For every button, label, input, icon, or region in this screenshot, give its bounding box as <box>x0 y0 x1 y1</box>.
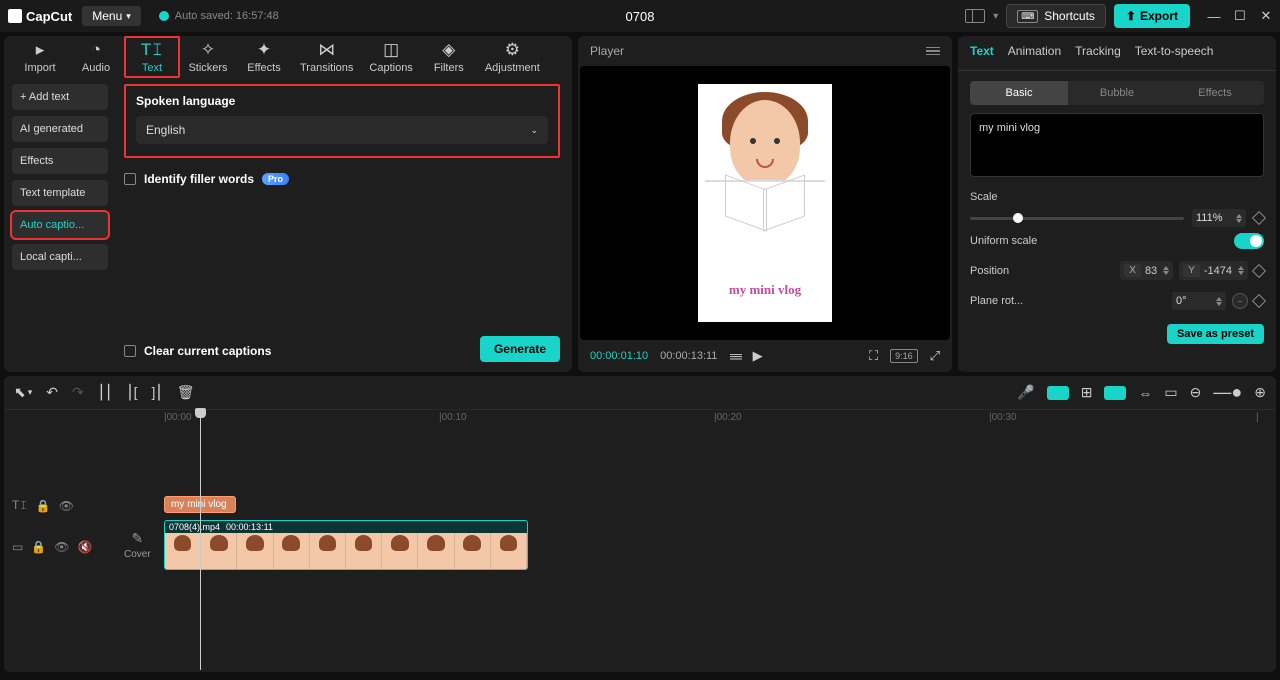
player-menu-icon[interactable] <box>926 47 940 56</box>
time-current: 00:00:01:10 <box>590 350 648 362</box>
identify-filler-checkbox[interactable] <box>124 173 136 185</box>
tab-stickers[interactable]: ✧Stickers <box>180 36 236 78</box>
split-right-tool[interactable]: ]⎮ <box>152 384 163 401</box>
sidebar-item-ai-generated[interactable]: AI generated <box>12 116 108 142</box>
sidebar-item-local-captions[interactable]: Local capti... <box>12 244 108 270</box>
tab-captions[interactable]: ◫Captions <box>361 36 420 78</box>
bars-icon[interactable]: ≡≡ <box>729 349 740 364</box>
pointer-tool[interactable]: ⬉ ▾ <box>14 384 32 401</box>
tab-import[interactable]: ▸Import <box>12 36 68 78</box>
chevron-down-icon: ⌄ <box>530 125 538 136</box>
clear-captions-checkbox[interactable] <box>124 345 136 357</box>
fullscreen-icon[interactable]: ⤢ <box>930 348 940 364</box>
sub-tab-effects[interactable]: Effects <box>1166 81 1264 105</box>
layout-dropdown[interactable]: ▾ <box>993 11 998 22</box>
close-button[interactable]: ✕ <box>1260 10 1272 22</box>
app-name: CapCut <box>26 9 72 24</box>
player-viewport[interactable]: my mini vlog <box>580 66 950 340</box>
zoom-slider-icon[interactable]: —● <box>1213 382 1242 403</box>
tab-audio[interactable]: ◔Audio <box>68 36 124 78</box>
save-preset-button[interactable]: Save as preset <box>1167 324 1264 344</box>
aspect-ratio[interactable]: 9:16 <box>890 349 918 363</box>
spoken-language-label: Spoken language <box>136 94 548 108</box>
tab-effects[interactable]: ✦Effects <box>236 36 292 78</box>
sidebar-item-add-text[interactable]: Add text <box>12 84 108 110</box>
minimize-button[interactable]: — <box>1208 10 1220 22</box>
magnet-icon[interactable]: ⊞ <box>1081 384 1093 401</box>
link-icon[interactable]: ⇔ <box>1138 385 1152 401</box>
scale-value[interactable]: 111% <box>1192 209 1246 227</box>
sub-tab-bubble[interactable]: Bubble <box>1068 81 1166 105</box>
rp-tab-animation[interactable]: Animation <box>1008 44 1061 62</box>
identify-filler-label: Identify filler words <box>144 172 254 186</box>
layout-icon[interactable] <box>965 9 985 23</box>
uniform-scale-toggle[interactable] <box>1234 233 1264 249</box>
maximize-button[interactable]: ☐ <box>1234 10 1246 22</box>
redo-button[interactable]: ↷ <box>72 384 84 401</box>
cover-button[interactable]: ✎ Cover <box>124 530 151 560</box>
scale-slider[interactable] <box>970 217 1184 220</box>
scale-label: Scale <box>970 191 998 203</box>
rotation-label: Plane rot... <box>970 295 1023 307</box>
timeline-video-clip[interactable]: 0708(4).mp4 00:00:13:11 <box>164 520 528 570</box>
sidebar-item-effects[interactable]: Effects <box>12 148 108 174</box>
play-button[interactable]: ▶ <box>753 348 763 364</box>
rotation-lock-icon[interactable]: − <box>1232 293 1248 309</box>
shortcuts-button[interactable]: ⌨ Shortcuts <box>1006 4 1106 28</box>
video-track-controls[interactable]: ▭🔒👁🔇 <box>12 540 92 554</box>
project-title: 0708 <box>626 9 655 24</box>
video-overlay-text: my mini vlog <box>729 282 801 298</box>
autosave-status: Auto saved: 16:57:48 <box>159 10 279 22</box>
mic-icon[interactable]: 🎤 <box>1017 384 1034 401</box>
zoom-in-icon[interactable]: ⊕ <box>1254 384 1266 401</box>
rp-tab-text[interactable]: Text <box>970 44 994 62</box>
tab-filters[interactable]: ◈Filters <box>421 36 477 78</box>
tab-transitions[interactable]: ⋈Transitions <box>292 36 361 78</box>
timeline-ruler[interactable]: |00:00 |00:10 |00:20 |00:30 | <box>164 410 1256 430</box>
delete-tool[interactable]: 🗑 <box>177 384 195 401</box>
language-select[interactable]: English ⌄ <box>136 116 548 144</box>
sidebar-item-text-template[interactable]: Text template <box>12 180 108 206</box>
sub-tab-basic[interactable]: Basic <box>970 81 1068 105</box>
crop-icon[interactable]: ⛶ <box>869 348 878 364</box>
position-keyframe[interactable] <box>1252 263 1266 277</box>
position-x-input[interactable]: X83 <box>1120 261 1173 280</box>
rotation-input[interactable]: 0° <box>1172 292 1226 310</box>
sidebar-item-auto-captions[interactable]: Auto captio... <box>12 212 108 238</box>
split-tool[interactable]: ⎮⎮ <box>98 384 113 401</box>
tl-toggle-2[interactable] <box>1104 386 1126 400</box>
timeline-playhead[interactable] <box>200 410 201 670</box>
rp-tab-tts[interactable]: Text-to-speech <box>1135 44 1214 62</box>
scale-keyframe[interactable] <box>1252 211 1266 225</box>
pencil-icon: ✎ <box>131 530 143 547</box>
position-y-input[interactable]: Y-1474 <box>1179 261 1248 280</box>
uniform-scale-label: Uniform scale <box>970 235 1037 247</box>
zoom-out-icon[interactable]: ⊖ <box>1190 384 1202 401</box>
export-button[interactable]: ⬆Export <box>1114 4 1190 28</box>
text-track-controls[interactable]: T𝙸🔒👁 <box>12 498 74 513</box>
undo-button[interactable]: ↶ <box>46 384 58 401</box>
player-title: Player <box>590 44 624 58</box>
split-left-tool[interactable]: ⎮[ <box>126 384 137 401</box>
clear-captions-label: Clear current captions <box>144 344 271 358</box>
app-logo: CapCut <box>8 9 72 24</box>
preview-icon[interactable]: ▭ <box>1164 384 1177 401</box>
tab-adjustment[interactable]: ⚙Adjustment <box>477 36 548 78</box>
time-duration: 00:00:13:11 <box>660 350 717 362</box>
rotation-keyframe[interactable] <box>1252 294 1266 308</box>
tl-toggle-1[interactable] <box>1047 386 1069 400</box>
tab-text[interactable]: T𝙸Text <box>124 36 180 78</box>
pro-badge: Pro <box>262 173 289 185</box>
text-input[interactable]: my mini vlog <box>970 113 1264 177</box>
position-label: Position <box>970 265 1009 277</box>
menu-button[interactable]: Menu▾ <box>82 6 141 26</box>
generate-button[interactable]: Generate <box>480 336 560 362</box>
rp-tab-tracking[interactable]: Tracking <box>1075 44 1121 62</box>
